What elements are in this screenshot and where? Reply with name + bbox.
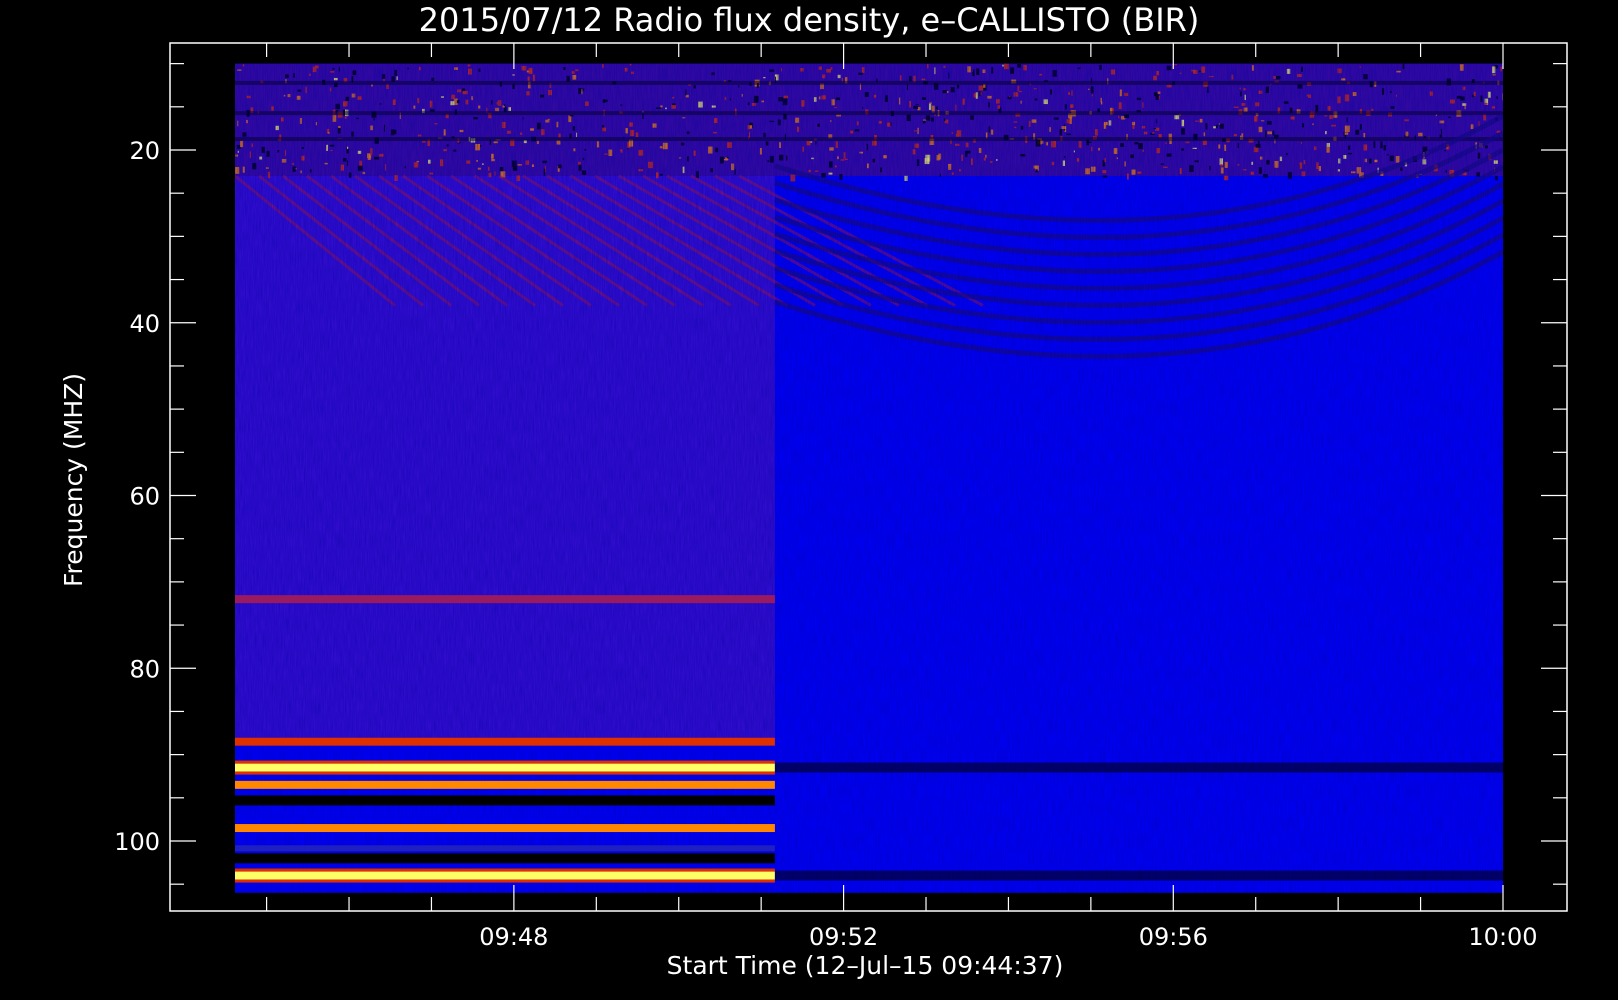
y-axis-label: Frequency (MHZ)	[59, 373, 88, 587]
strong-band-edge	[235, 868, 775, 872]
dark-band	[235, 795, 775, 806]
strong-band	[235, 763, 775, 772]
strong-band-edge	[235, 879, 775, 883]
x-axis-label: Start Time (12–Jul–15 09:44:37)	[667, 951, 1064, 980]
strong-band	[235, 595, 775, 604]
dark-band	[235, 853, 775, 864]
chart-title: 2015/07/12 Radio flux density, e–CALLIST…	[419, 1, 1200, 39]
spectrogram-image	[235, 63, 1503, 893]
strong-band-edge	[235, 760, 775, 764]
dark-band	[774, 870, 1503, 881]
strong-band	[235, 871, 775, 880]
x-tick-label: 10:00	[1468, 923, 1537, 951]
y-tick-label: 40	[129, 310, 160, 338]
spectrogram-chart: 2015/07/12 Radio flux density, e–CALLIST…	[59, 1, 1568, 980]
y-tick-label: 20	[129, 137, 160, 165]
strong-band	[235, 780, 775, 789]
x-tick-label: 09:56	[1139, 923, 1208, 951]
dark-band	[774, 762, 1503, 773]
strong-band	[235, 737, 775, 746]
band-gap	[235, 845, 775, 852]
strong-band	[235, 824, 775, 833]
y-tick-label: 100	[114, 828, 160, 856]
x-tick-label: 09:52	[809, 923, 878, 951]
y-tick-label: 60	[129, 483, 160, 511]
x-tick-label: 09:48	[479, 923, 548, 951]
strong-band-edge	[235, 771, 775, 775]
y-tick-label: 80	[129, 655, 160, 683]
